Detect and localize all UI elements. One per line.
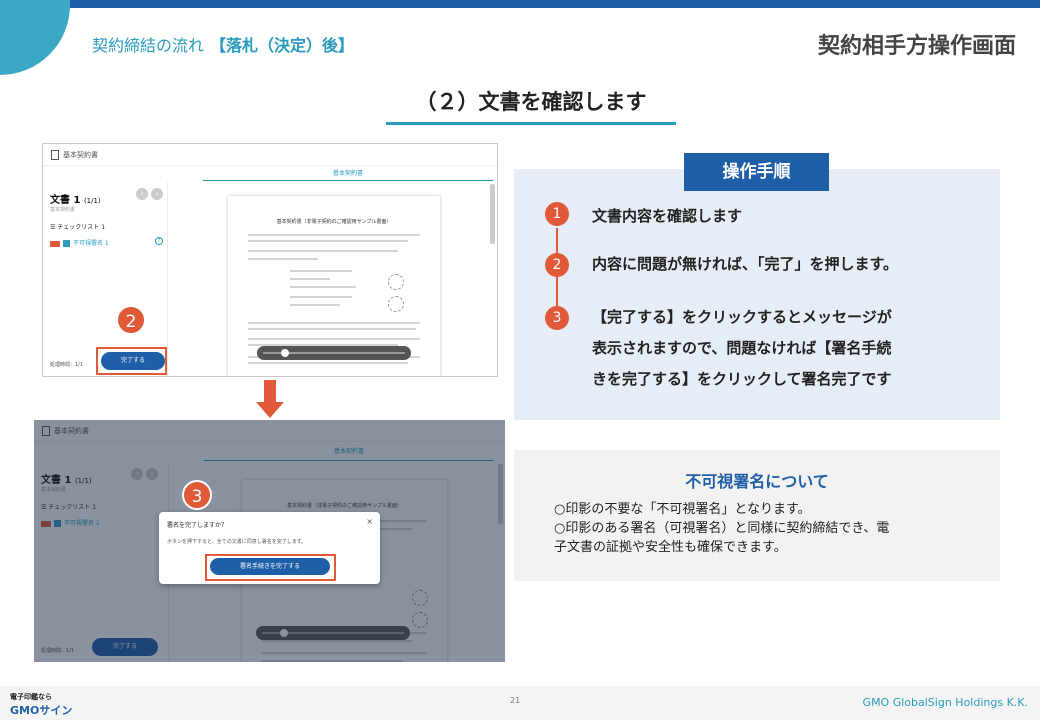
text-line xyxy=(248,362,408,364)
text-line xyxy=(248,258,318,260)
seal-placeholder xyxy=(388,274,404,290)
next-doc-icon[interactable]: › xyxy=(151,188,163,200)
seal-placeholder xyxy=(388,296,404,312)
screen-type-title: 契約相手方操作画面 xyxy=(817,34,1016,59)
text-line xyxy=(290,304,340,306)
doc-name: 文書 1 (1/1) xyxy=(50,191,101,206)
title-underline xyxy=(386,122,676,125)
app-header: 基本契約書 xyxy=(43,144,497,166)
info-title: 不可視署名について xyxy=(685,472,829,491)
slide-title: （２）文書を確認します xyxy=(415,90,647,114)
invisible-signature-panel: 不可視署名について ○印影の不要な「不可視署名」となります。 ○印影のある署名（… xyxy=(514,450,1000,581)
checklist-title: ☰ チェックリスト 1 xyxy=(50,224,106,231)
info-line: 子文書の証拠や安全性も確保できます。 xyxy=(554,540,787,555)
text-line xyxy=(248,328,416,330)
step-text-line: 文書内容を確認します xyxy=(592,207,743,225)
breadcrumb-highlight: 【落札（決定）後】 xyxy=(210,36,355,55)
step-text-line: 表示されますので、問題なければ【署名手続 xyxy=(592,339,892,357)
step-text-3: 【完了する】をクリックするとメッセージが 表示されますので、問題なければ【署名手… xyxy=(592,302,892,395)
text-line xyxy=(248,234,420,236)
doc-count: (1/1) xyxy=(83,197,101,205)
zoom-handle[interactable] xyxy=(281,349,289,357)
top-bar xyxy=(0,0,1040,8)
dialog-body: ボタンを押下すると、全ての文書に同意し署名を完了します。 xyxy=(167,539,307,545)
checkbox[interactable] xyxy=(63,240,70,247)
step-number-2: 2 xyxy=(545,253,569,277)
text-line xyxy=(290,286,356,288)
company-name: GMO GlobalSign Holdings K.K. xyxy=(862,696,1028,709)
dialog-title: 署名を完了しますか？ xyxy=(167,522,228,529)
step-text-line: きを完了する】をクリックして署名完了です xyxy=(592,370,892,388)
text-line xyxy=(248,240,408,242)
text-line xyxy=(248,322,420,324)
doc-subtitle: 基本契約書 xyxy=(50,207,76,213)
footer-logo-subtitle: 電子印鑑なら xyxy=(10,693,52,701)
text-line xyxy=(248,250,398,252)
document-tab[interactable]: 基本契約書 xyxy=(203,168,493,177)
highlight-finish-button xyxy=(205,554,336,581)
corner-decoration xyxy=(0,0,70,75)
zoom-slider[interactable] xyxy=(257,346,411,360)
scrollbar[interactable] xyxy=(490,184,495,244)
step-number-3: 3 xyxy=(545,306,569,330)
screenshot-confirm-dialog: 基本契約書 基本契約書 文書 1 (1/1) 基本契約書 ‹ › ☰ チェックリ… xyxy=(34,420,505,662)
status-text: 処理時間：1/1 xyxy=(50,362,84,368)
step-text-line: 【完了する】をクリックするとメッセージが xyxy=(592,308,892,326)
text-line xyxy=(290,278,330,280)
checklist-title-text: チェックリスト 1 xyxy=(57,224,106,231)
steps-panel-tag: 操作手順 xyxy=(684,153,829,191)
gmo-sign-logo: GMOサイン xyxy=(10,704,73,717)
document-icon xyxy=(51,150,59,160)
step-text-1: 文書内容を確認します xyxy=(592,201,742,232)
checklist-item[interactable]: 不可視署名 1 xyxy=(50,238,109,247)
paper-title: 基本契約書（非電子契約のご確認用サンプル書面） xyxy=(276,219,392,225)
step-marker-3: 3 xyxy=(182,480,212,510)
app-window-title: 基本契約書 xyxy=(63,151,98,159)
info-line: ○印影のある署名（可視署名）と同様に契約締結でき、電 xyxy=(554,521,890,536)
breadcrumb: 契約締結の流れ 【落札（決定）後】 xyxy=(92,32,354,56)
text-line xyxy=(290,270,352,272)
highlight-complete-button xyxy=(96,347,167,375)
help-icon[interactable]: ? xyxy=(155,237,163,245)
step-number-1: 1 xyxy=(545,202,569,226)
slide: 契約締結の流れ 【落札（決定）後】 契約相手方操作画面 （２）文書を確認します 基… xyxy=(0,0,1040,720)
doc-name-text: 文書 1 xyxy=(50,195,81,206)
screenshot-document-view: 基本契約書 基本契約書 文書 1 (1/1) 基本契約書 ‹ › ☰ チェックリ… xyxy=(42,143,498,377)
info-line: ○印影の不要な「不可視署名」となります。 xyxy=(554,502,811,517)
flow-arrow-down-icon xyxy=(256,402,284,418)
step-marker-2: 2 xyxy=(116,305,146,335)
tab-underline xyxy=(203,180,493,181)
page-number: 21 xyxy=(510,696,521,705)
text-line xyxy=(290,296,352,298)
step-text-2: 内容に問題が無ければ、「完了」を押します。 xyxy=(592,249,898,280)
required-tag xyxy=(50,240,60,247)
close-icon[interactable]: × xyxy=(366,517,373,526)
checklist-item-label: 不可視署名 1 xyxy=(73,240,109,247)
step-text-line: 内容に問題が無ければ、「完了」を押します。 xyxy=(592,255,899,273)
flow-arrow-shaft xyxy=(264,380,276,402)
breadcrumb-prefix: 契約締結の流れ xyxy=(92,36,205,55)
text-line xyxy=(248,338,420,340)
prev-doc-icon[interactable]: ‹ xyxy=(136,188,148,200)
